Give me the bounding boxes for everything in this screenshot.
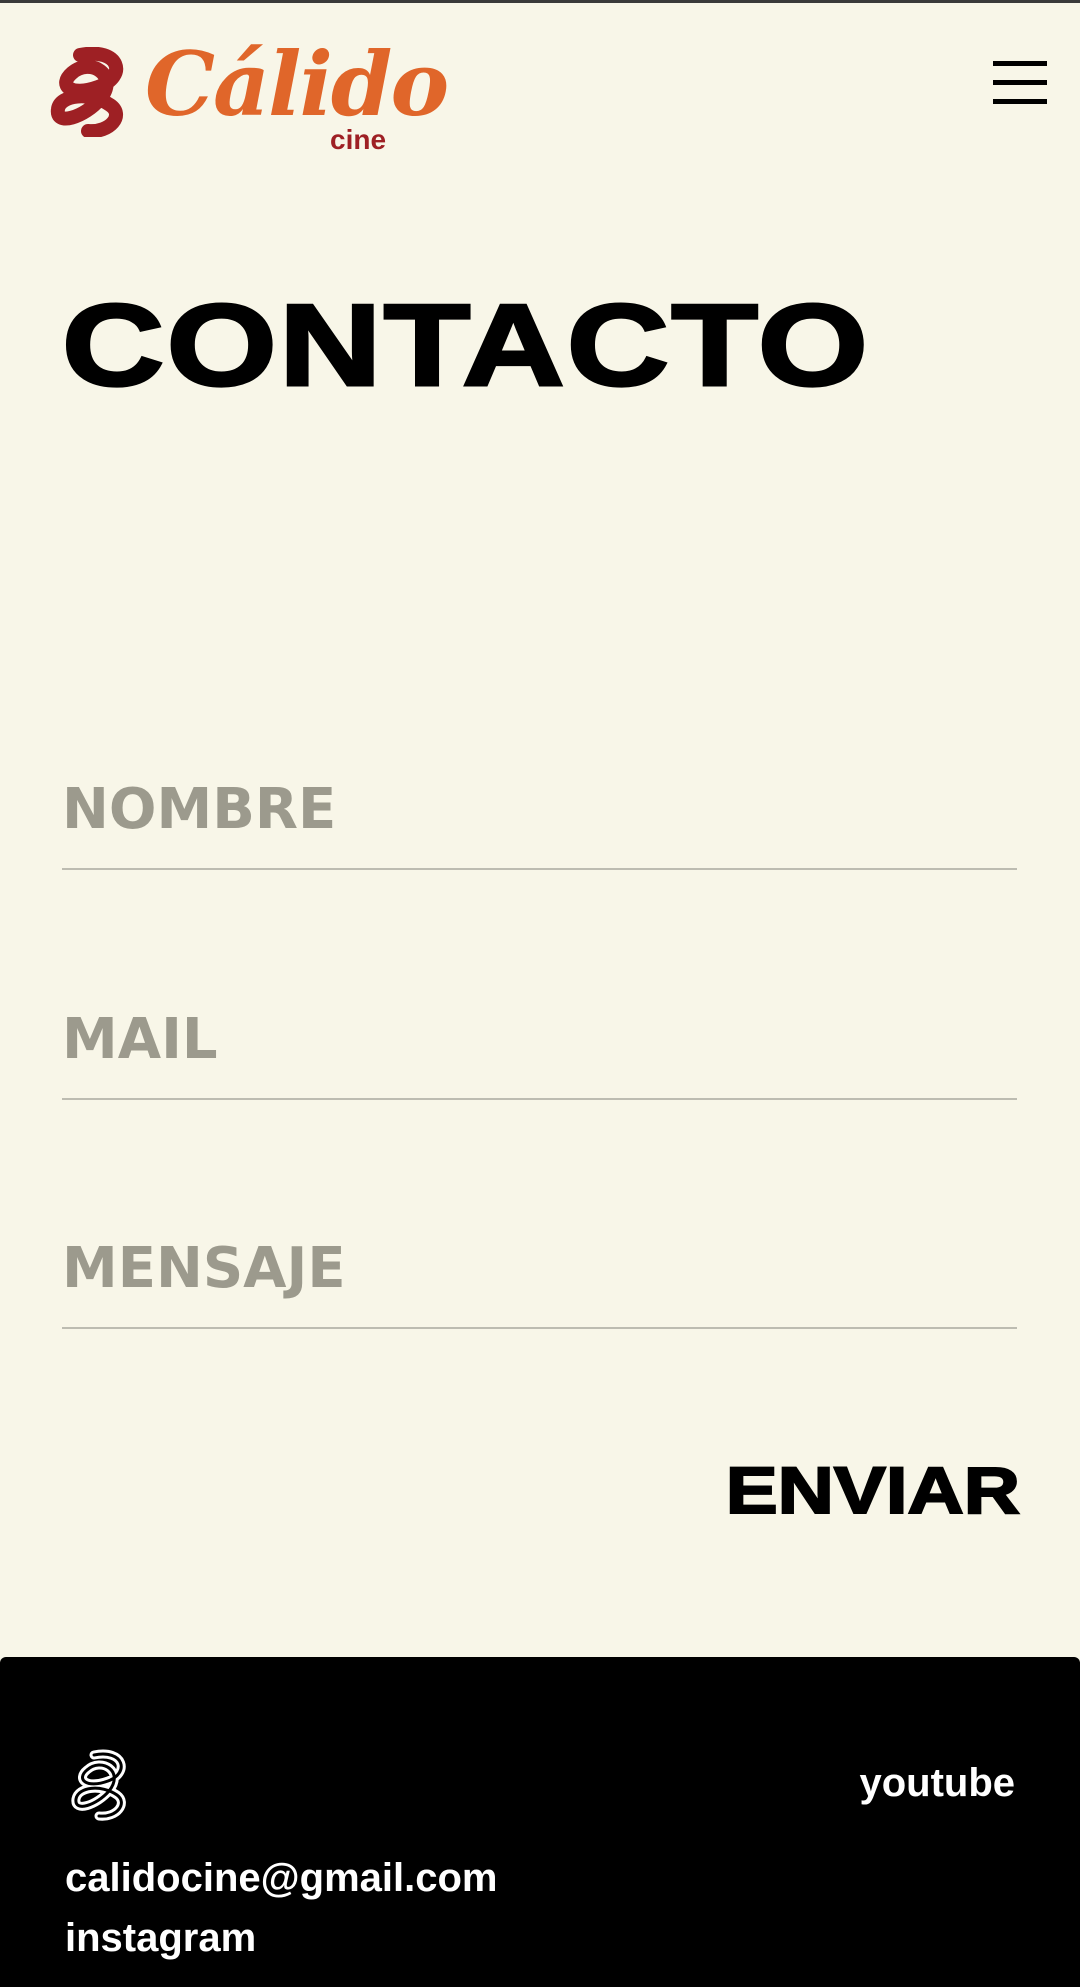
calido-swirl-icon: [50, 47, 123, 137]
site-header: Cálido cine: [0, 3, 1080, 173]
site-footer: youtube calidocine@gmail.com instagram: [0, 1657, 1080, 1987]
submit-button[interactable]: ENVIAR: [601, 1450, 1022, 1530]
youtube-link[interactable]: youtube: [859, 1759, 1015, 1807]
email-field[interactable]: [62, 980, 1017, 1100]
site-logo[interactable]: Cálido cine: [50, 29, 449, 159]
brand-subtitle: cine: [330, 124, 387, 155]
message-field[interactable]: [62, 1209, 1017, 1329]
mail-field-wrapper: [62, 980, 1017, 1100]
email-link[interactable]: calidocine@gmail.com: [65, 1854, 497, 1902]
brand-name: Cálido: [145, 32, 449, 136]
menu-bar: [993, 80, 1047, 85]
menu-bar: [993, 99, 1047, 104]
page-title: CONTACTO: [60, 279, 871, 412]
instagram-link[interactable]: instagram: [65, 1914, 256, 1962]
hamburger-menu-icon[interactable]: [993, 57, 1051, 113]
message-field-wrapper: [62, 1209, 1017, 1329]
calido-swirl-icon: [71, 1749, 126, 1821]
name-field-wrapper: [62, 750, 1017, 870]
name-field[interactable]: [62, 750, 1017, 870]
menu-bar: [993, 61, 1047, 66]
